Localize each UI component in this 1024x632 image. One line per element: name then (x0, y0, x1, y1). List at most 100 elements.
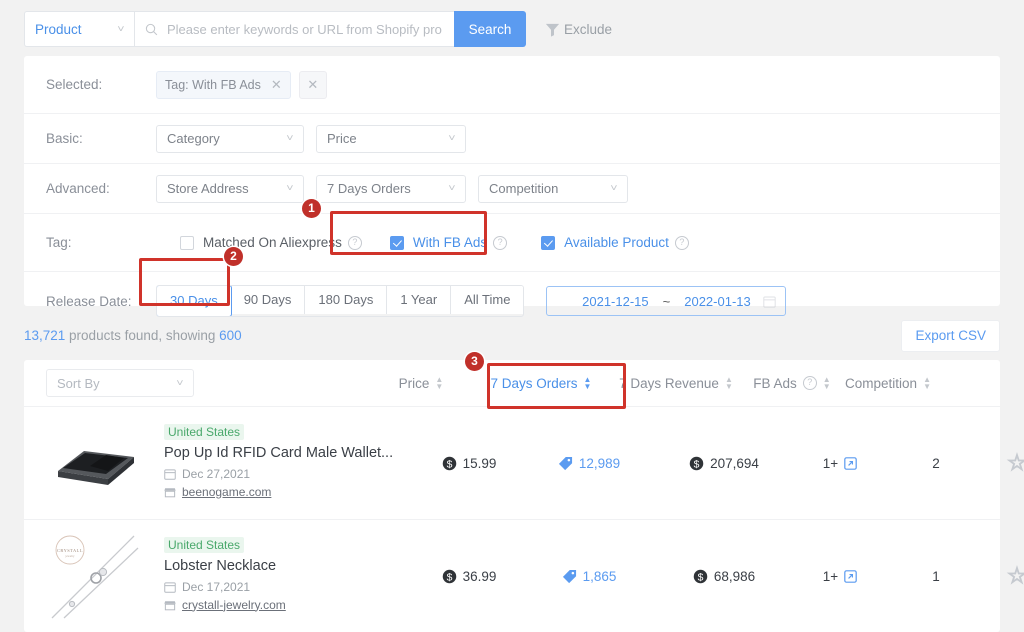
star-icon[interactable]: ☆ (1007, 564, 1024, 587)
star-icon[interactable]: ☆ (1007, 451, 1024, 474)
favorite-button[interactable]: ☆ (986, 564, 1024, 587)
cell-price: $ 36.99 (414, 569, 524, 584)
checkbox-box[interactable] (541, 235, 556, 250)
exclude-toggle[interactable]: Exclude (544, 21, 612, 38)
release-option-30-days[interactable]: 30 Days (157, 286, 232, 316)
tag-label: Tag: (46, 235, 72, 250)
results-mid-text: products found, showing (65, 328, 220, 343)
product-thumbnail[interactable] (48, 419, 142, 507)
calendar-icon (164, 581, 176, 593)
chevron-down-icon: ˅ (448, 133, 456, 144)
product-store: beenogame.com (164, 485, 414, 499)
dropdown-competition-label: Competition (489, 181, 559, 196)
dropdown-price-label: Price (327, 131, 357, 146)
product-title[interactable]: Lobster Necklace (164, 558, 414, 574)
dollar-icon: $ (442, 569, 457, 584)
date-range-picker[interactable]: 2021-12-15 ~ 2022-01-13 (546, 286, 787, 316)
chevron-down-icon: ˅ (286, 183, 294, 194)
checkbox-label: Matched On Aliexpress (203, 235, 342, 250)
column-header-fb-ads[interactable]: FB Ads ? ▲ ▼ (746, 376, 838, 391)
product-info: United States Lobster Necklace Dec 17,20… (164, 536, 414, 616)
release-option-1-year[interactable]: 1 Year (387, 286, 452, 314)
chevron-down-icon: ˅ (448, 183, 456, 194)
help-icon[interactable]: ? (493, 235, 508, 250)
sort-arrows-icon[interactable]: ▲ ▼ (435, 376, 443, 391)
help-icon[interactable]: ? (347, 235, 362, 250)
export-csv-button[interactable]: Export CSV (901, 320, 1000, 352)
external-link-icon[interactable] (844, 569, 857, 583)
cell-orders: 12,989 (524, 456, 654, 471)
dollar-icon: $ (689, 456, 704, 471)
table-row[interactable]: CRYSTALL jewelry United States Lobster N… (24, 519, 1024, 632)
cell-fb-ads: 1+ (794, 569, 886, 584)
product-store-link[interactable]: beenogame.com (182, 485, 271, 499)
cell-revenue-value: 68,986 (713, 568, 756, 584)
selected-label: Selected: (46, 77, 103, 92)
sort-arrows-icon[interactable]: ▲ ▼ (923, 376, 931, 391)
checkbox-label: With FB Ads (412, 235, 488, 250)
product-store: crystall-jewelry.com (164, 598, 414, 612)
results-showing: 600 (219, 328, 242, 343)
filter-funnel-icon (545, 23, 560, 37)
cell-price-value: 15.99 (462, 455, 497, 471)
selected-chip[interactable]: Tag: With FB Ads ✕ (156, 70, 291, 99)
release-option-180-days[interactable]: 180 Days (305, 286, 388, 314)
clear-all-filters-button[interactable]: ✕ (298, 70, 327, 99)
checkbox-matched-on-aliexpress[interactable]: Matched On Aliexpress ? (180, 235, 362, 250)
help-icon[interactable]: ? (802, 376, 817, 390)
cell-revenue-value: 207,694 (710, 455, 759, 471)
search-button[interactable]: Search (454, 11, 526, 47)
column-header-7-days-orders[interactable]: 7 Days Orders ▲ ▼ (476, 376, 606, 391)
sort-by-dropdown[interactable]: Sort By ˅ (46, 369, 194, 397)
help-icon[interactable]: ? (674, 235, 689, 250)
column-header-price[interactable]: Price ▲ ▼ (366, 376, 476, 391)
exclude-label: Exclude (564, 21, 613, 37)
dropdown-competition[interactable]: Competition ˅ (478, 174, 628, 203)
dropdown-7-days-orders[interactable]: 7 Days Orders ˅ (316, 174, 466, 203)
cell-fb-ads-value: 1+ (822, 568, 839, 584)
close-icon[interactable]: ✕ (271, 77, 282, 93)
search-type-dropdown[interactable]: Product ˅ (24, 11, 134, 47)
favorite-button[interactable]: ☆ (986, 451, 1024, 474)
column-header-price-label: Price (398, 375, 430, 391)
dropdown-price[interactable]: Price ˅ (316, 124, 466, 153)
release-option-all-time[interactable]: All Time (451, 286, 524, 314)
svg-text:jewelry: jewelry (65, 554, 75, 558)
search-icon (145, 23, 158, 35)
tag-icon (558, 456, 573, 471)
external-link-icon[interactable] (844, 456, 857, 470)
svg-text:$: $ (446, 459, 452, 470)
search-type-label: Product (35, 21, 82, 37)
product-title[interactable]: Pop Up Id RFID Card Male Wallet... (164, 445, 414, 461)
date-to: 2022-01-13 (684, 293, 751, 309)
column-header-competition[interactable]: Competition ▲ ▼ (838, 376, 938, 391)
dropdown-category[interactable]: Category ˅ (156, 124, 304, 153)
cell-price-value: 36.99 (462, 568, 497, 584)
svg-text:$: $ (697, 572, 703, 583)
date-from: 2021-12-15 (582, 293, 649, 309)
sort-by-label: Sort By (57, 375, 100, 391)
dropdown-store-address[interactable]: Store Address ˅ (156, 174, 304, 203)
search-input[interactable] (165, 20, 444, 38)
checkbox-box[interactable] (389, 235, 404, 250)
search-input-wrapper[interactable] (134, 11, 454, 47)
table-row[interactable]: United States Pop Up Id RFID Card Male W… (24, 406, 1024, 519)
cell-revenue: $ 68,986 (654, 569, 794, 584)
sort-arrows-icon[interactable]: ▲ ▼ (725, 376, 733, 391)
checkbox-box[interactable] (180, 235, 194, 250)
filter-row-selected: Selected: Tag: With FB Ads ✕ ✕ (24, 56, 1000, 114)
product-date-label: Dec 17,2021 (182, 579, 251, 594)
product-thumbnail[interactable]: CRYSTALL jewelry (48, 532, 142, 620)
product-date: Dec 17,2021 (164, 580, 414, 594)
wallet-image (58, 451, 134, 485)
sort-arrows-icon[interactable]: ▲ ▼ (584, 376, 592, 391)
product-store-link[interactable]: crystall-jewelry.com (182, 598, 286, 612)
column-header-7-days-orders-label: 7 Days Orders (490, 375, 578, 391)
column-header-7-days-revenue[interactable]: 7 Days Revenue ▲ ▼ (606, 376, 746, 391)
chevron-down-icon: ˅ (117, 23, 125, 35)
results-summary: 13,721 products found, showing 600 (24, 328, 242, 343)
checkbox-available-product[interactable]: Available Product ? (541, 235, 689, 250)
sort-arrows-icon[interactable]: ▲ ▼ (823, 376, 831, 391)
release-option-90-days[interactable]: 90 Days (230, 286, 306, 314)
checkbox-with-fb-ads[interactable]: With FB Ads ? (389, 235, 508, 250)
